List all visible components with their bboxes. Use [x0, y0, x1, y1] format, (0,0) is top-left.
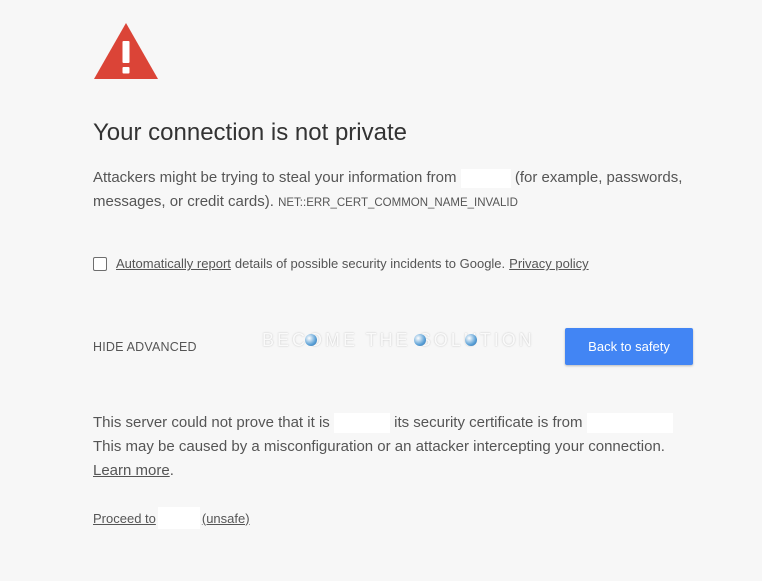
report-text: details of possible security incidents t… — [234, 256, 506, 271]
error-description: Attackers might be trying to steal your … — [93, 166, 693, 215]
proceed-unsafe-link[interactable]: (unsafe) — [202, 511, 250, 526]
redacted-hostname — [333, 413, 390, 434]
automatically-report-link[interactable]: Automatically report — [116, 256, 231, 271]
page-title: Your connection is not private — [93, 119, 407, 146]
period: . — [169, 462, 174, 479]
redacted-hostname — [157, 507, 200, 529]
privacy-policy-link[interactable]: Privacy policy — [509, 256, 588, 271]
report-option: Automatically report details of possible… — [93, 256, 589, 271]
back-to-safety-button[interactable]: Back to safety — [565, 328, 693, 365]
proceed-link[interactable]: Proceed to — [93, 511, 156, 526]
description-text: Attackers might be trying to steal your … — [93, 169, 457, 186]
warning-triangle-icon — [94, 23, 158, 79]
redacted-issuer — [586, 413, 673, 434]
report-checkbox[interactable] — [93, 256, 107, 271]
learn-more-link[interactable]: Learn more — [93, 462, 170, 479]
watermark-drop-icon — [465, 334, 477, 346]
watermark: BECOME THE SOLUTION — [262, 330, 535, 350]
hide-advanced-button[interactable]: HIDE ADVANCED — [93, 340, 197, 354]
error-code[interactable]: NET::ERR_CERT_COMMON_NAME_INVALID — [278, 197, 518, 209]
details-text-2: its security certificate is from — [394, 414, 583, 431]
redacted-hostname — [460, 168, 511, 188]
watermark-drop-icon — [305, 334, 317, 346]
details-text-3: This may be caused by a misconfiguration… — [93, 438, 665, 455]
watermark-drop-icon — [414, 334, 426, 346]
advanced-details: This server could not prove that it is i… — [93, 411, 693, 483]
details-text-1: This server could not prove that it is — [93, 414, 330, 431]
proceed-link-row: Proceed to (unsafe) — [93, 507, 250, 529]
